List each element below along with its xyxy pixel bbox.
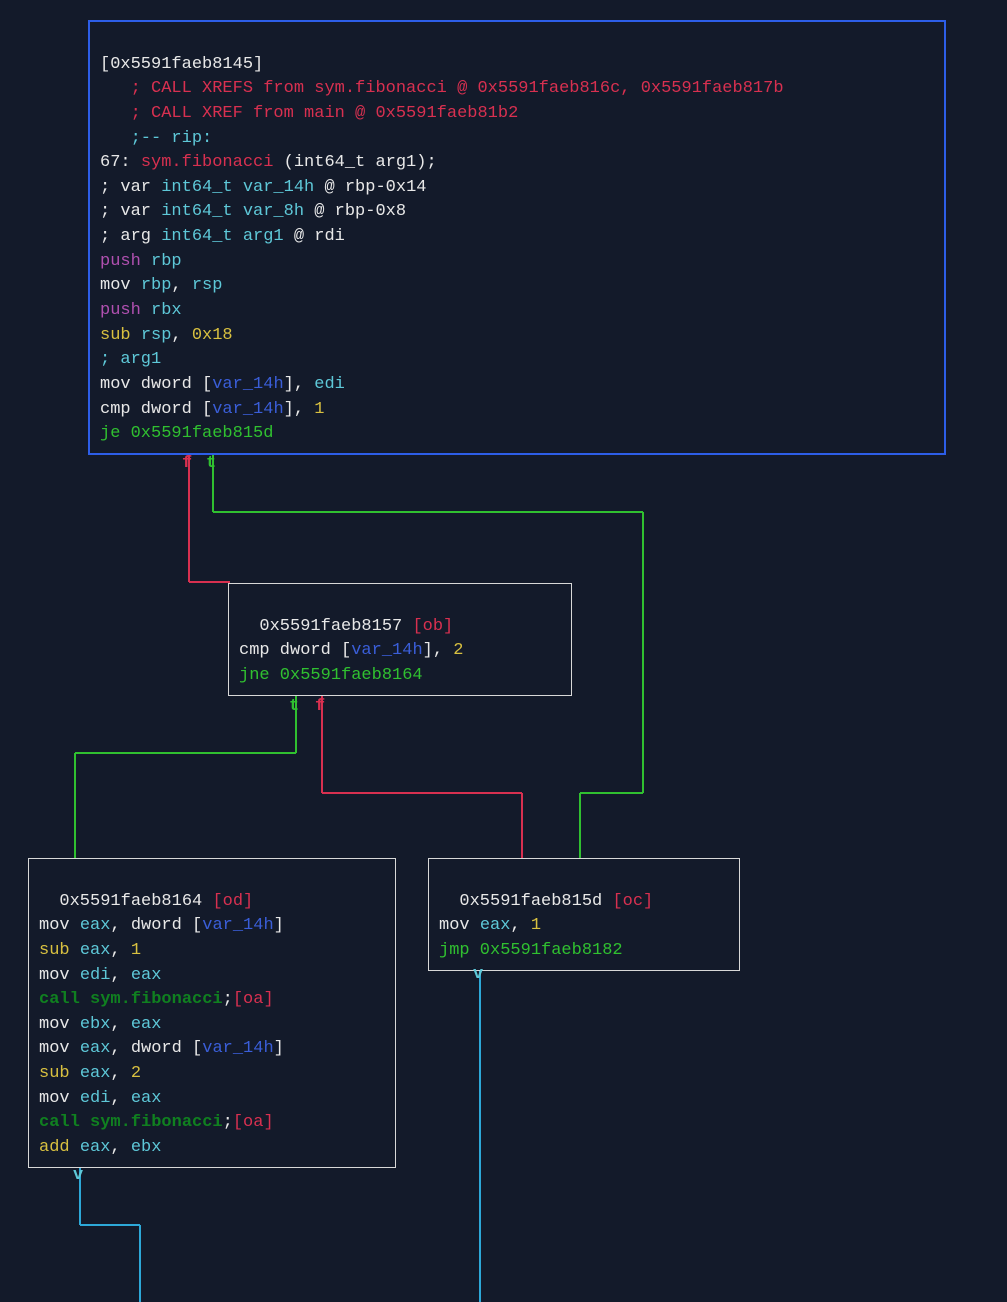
block-address: 0x5591faeb8164 (59, 892, 212, 911)
branch-true-label: t (289, 697, 299, 716)
block-tag: [od] (212, 892, 253, 911)
func-args: (int64_t arg1); (273, 153, 436, 172)
asm-op: mov (39, 1039, 80, 1058)
block-address: 0x5591faeb815d (459, 892, 612, 911)
asm-call: call (39, 990, 90, 1009)
asm-jump: je 0x5591faeb815d (100, 424, 273, 443)
block-address: [0x5591faeb8145] (100, 55, 263, 74)
block-oc: 0x5591faeb815d [oc] mov eax, 1 jmp 0x559… (428, 858, 740, 971)
func-name: sym.fibonacci (141, 153, 274, 172)
block-tag: [oc] (612, 892, 653, 911)
xref-comment: ; CALL XREF from main @ 0x5591faeb81b2 (131, 104, 519, 123)
asm-op: mov (100, 276, 141, 295)
block-entry: [0x5591faeb8145] ; CALL XREFS from sym.f… (88, 20, 946, 455)
asm-op: cmp dword (100, 400, 202, 419)
asm-op: mov (39, 1089, 80, 1108)
rip-marker: ;-- rip: (131, 129, 213, 148)
block-ob: 0x5591faeb8157 [ob] cmp dword [var_14h],… (228, 583, 572, 696)
branch-true-label: t (206, 454, 216, 473)
block-address: 0x5591faeb8157 (259, 617, 412, 636)
var-comment: ; var (100, 178, 161, 197)
asm-op: sub (39, 1064, 80, 1083)
asm-call: call (39, 1113, 90, 1132)
arg-comment: ; arg (100, 227, 161, 246)
var-comment: ; var (100, 202, 161, 221)
branch-uncond-label: v (473, 965, 483, 984)
branch-uncond-label: v (73, 1166, 83, 1185)
asm-op: mov (39, 916, 80, 935)
asm-op: sub (39, 941, 80, 960)
block-od: 0x5591faeb8164 [od] mov eax, dword [var_… (28, 858, 396, 1168)
asm-op: mov dword (100, 375, 202, 394)
asm-op: mov (439, 916, 480, 935)
asm-op: sub (100, 326, 141, 345)
xref-comment: ; CALL XREFS from sym.fibonacci @ 0x5591… (131, 79, 784, 98)
block-tag: [ob] (412, 617, 453, 636)
asm-op: push (100, 252, 141, 271)
asm-op: mov (39, 1015, 80, 1034)
asm-op: push (100, 301, 141, 320)
asm-op: add (39, 1138, 80, 1157)
asm-jump: jne 0x5591faeb8164 (239, 666, 423, 685)
asm-comment: ; arg1 (100, 350, 161, 369)
branch-false-label: f (182, 454, 192, 473)
asm-op: mov (39, 966, 80, 985)
asm-jump: jmp 0x5591faeb8182 (439, 941, 623, 960)
asm-op: cmp dword (239, 641, 341, 660)
branch-false-label: f (315, 697, 325, 716)
func-size: 67: (100, 153, 141, 172)
